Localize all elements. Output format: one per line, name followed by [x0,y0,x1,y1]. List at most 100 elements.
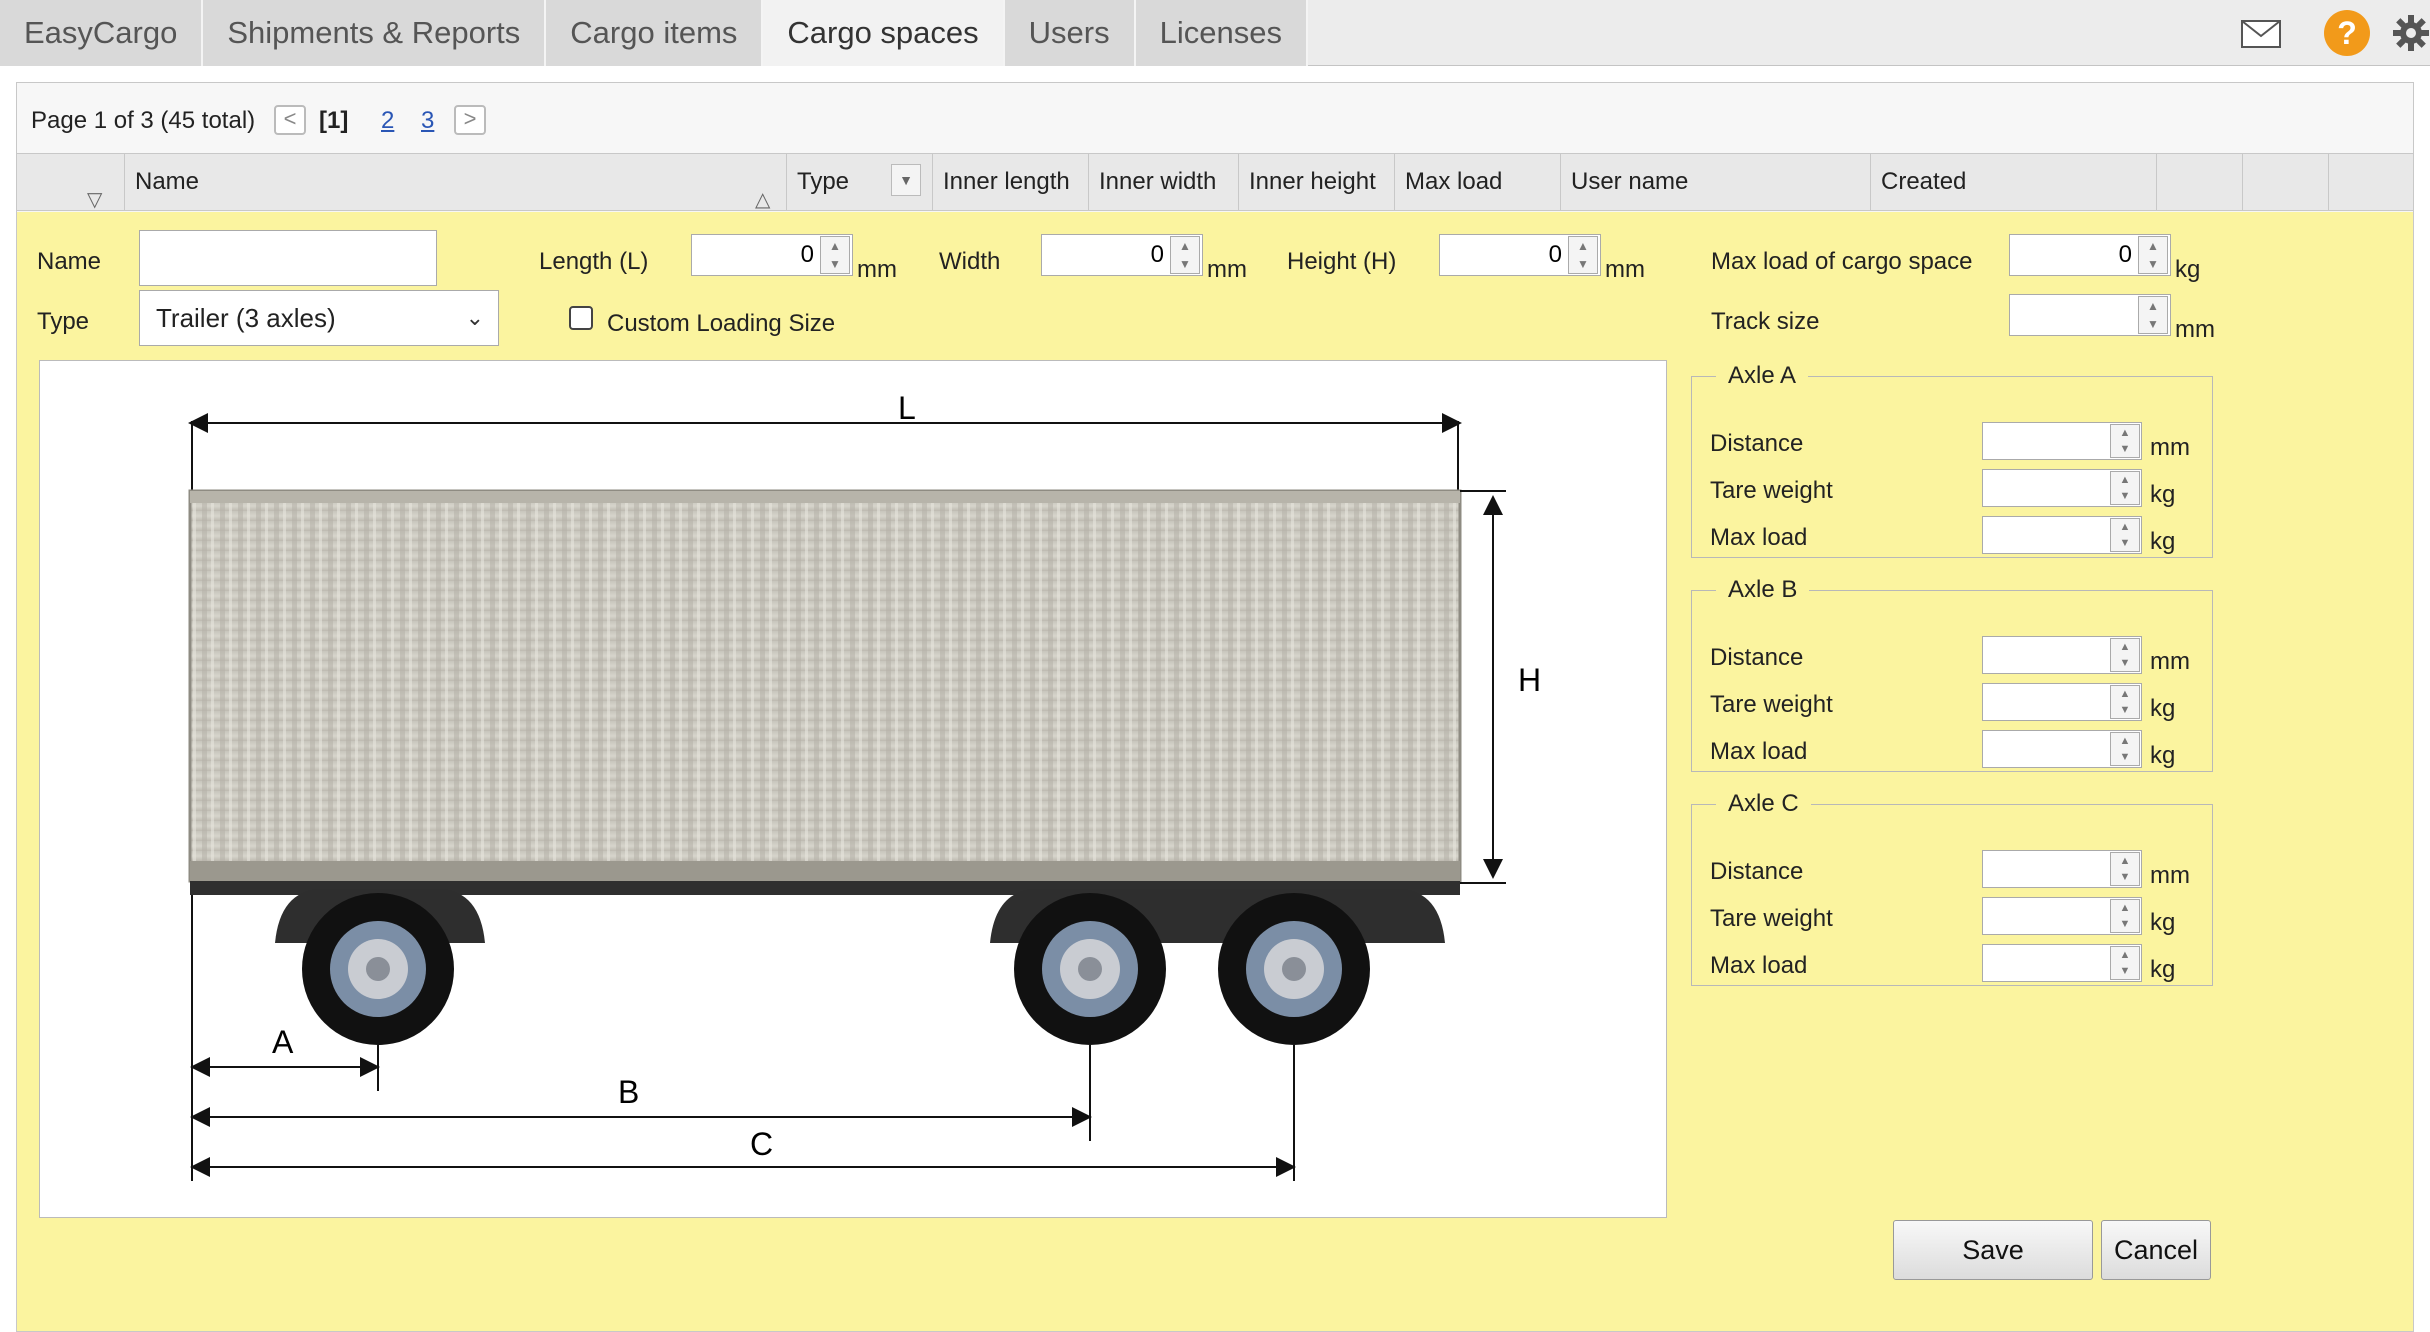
axle-a-tare-label: Tare weight [1710,477,1833,504]
max-load-stepper[interactable]: ▲ ▼ [2138,236,2168,274]
max-load-label: Max load of cargo space [1711,248,1973,275]
tab-cargo-spaces[interactable]: Cargo spaces [763,0,1005,66]
axle-c-distance-stepper[interactable]: ▲ ▼ [2110,852,2140,886]
next-page-button[interactable]: > [454,105,486,135]
axle-a-distance-stepper[interactable]: ▲ ▼ [2110,424,2140,458]
column-max-load[interactable]: Max load [1395,154,1561,210]
type-select-value: Trailer (3 axles) [156,303,336,333]
track-size-label: Track size [1711,308,1820,335]
diagram-label-h: H [1518,662,1541,698]
column-inner-width[interactable]: Inner width [1089,154,1239,210]
table-header: ▽ Name △ Type ▼ Inner length Inner width… [17,153,2413,211]
tab-licenses[interactable]: Licenses [1135,0,1308,66]
column-type[interactable]: Type ▼ [787,154,933,210]
axle-b-maxload-row: Max load ▲ ▼ kg [1710,730,2200,774]
gear-icon[interactable] [2392,14,2430,52]
main-tabs: EasyCargo Shipments & Reports Cargo item… [0,0,1308,66]
axle-a-title: Axle A [1728,362,1797,389]
tab-users[interactable]: Users [1004,0,1136,66]
length-stepper[interactable]: ▲ ▼ [820,236,850,274]
type-select[interactable]: Trailer (3 axles) ⌄ [139,290,499,346]
axle-c-maxload-row: Max load ▲ ▼ kg [1710,944,2200,988]
tab-shipments-reports[interactable]: Shipments & Reports [203,0,547,66]
length-unit: mm [857,256,897,283]
axle-c-tare-unit: kg [2150,909,2176,936]
axle-b-distance-stepper[interactable]: ▲ ▼ [2110,638,2140,672]
axle-c-maxload-label: Max load [1710,952,1808,979]
axle-b-maxload-unit: kg [2150,742,2176,769]
name-label: Name [37,248,102,275]
axle-a-maxload-unit: kg [2150,528,2176,555]
cargo-space-edit-form: Name Length (L) ▲▼ mm Width ▲▼ mm Height… [17,212,2413,1331]
track-size-unit: mm [2175,316,2215,343]
name-input[interactable] [139,230,437,286]
axle-c-tare-label: Tare weight [1710,905,1833,932]
mail-icon[interactable] [2241,20,2281,48]
page-2-link[interactable]: 2 [381,107,394,135]
width-stepper[interactable]: ▲ ▼ [1170,236,1200,274]
type-filter-dropdown-icon[interactable]: ▼ [891,164,921,196]
page-3-link[interactable]: 3 [421,107,434,135]
cancel-button[interactable]: Cancel [2101,1220,2211,1280]
column-inner-height[interactable]: Inner height [1239,154,1395,210]
axle-c-tare-row: Tare weight ▲ ▼ kg [1710,897,2200,941]
type-label: Type [37,308,90,335]
axle-c-maxload-unit: kg [2150,956,2176,983]
axle-a-distance-row: Distance ▲ ▼ mm [1710,422,2200,466]
axle-a-maxload-label: Max load [1710,524,1808,551]
axle-c-distance-row: Distance ▲ ▼ mm [1710,850,2200,894]
axle-a-maxload-stepper[interactable]: ▲ ▼ [2110,518,2140,552]
axle-c-maxload-stepper[interactable]: ▲ ▼ [2110,946,2140,980]
column-name-label: Name [135,168,200,195]
axle-a-distance-unit: mm [2150,434,2190,461]
column-created[interactable]: Created [1871,154,2157,210]
custom-loading-size-checkbox[interactable] [569,306,593,330]
axle-a-tare-stepper[interactable]: ▲ ▼ [2110,471,2140,505]
help-icon[interactable]: ? [2324,10,2370,56]
column-user-name[interactable]: User name [1561,154,1871,210]
pager-info: Page 1 of 3 (45 total) [31,107,256,134]
axle-a-maxload-row: Max load ▲ ▼ kg [1710,516,2200,560]
diagram-label-c: C [750,1126,773,1162]
axle-c-group: Axle C Distance ▲ ▼ mm Tare weight ▲ ▼ kg … [1691,790,2213,986]
page-1-current: [1] [319,107,349,134]
save-button[interactable]: Save [1893,1220,2093,1280]
custom-loading-size-label[interactable]: Custom Loading Size [607,310,835,338]
axle-b-group: Axle B Distance ▲ ▼ mm Tare weight ▲ ▼ kg … [1691,576,2213,772]
column-name[interactable]: Name △ [125,154,787,211]
axle-a-tare-unit: kg [2150,481,2176,508]
column-action-3 [2329,154,2415,210]
axle-b-tare-label: Tare weight [1710,691,1833,718]
axle-b-maxload-stepper[interactable]: ▲ ▼ [2110,732,2140,766]
wheel-c [1218,893,1370,1045]
axle-c-tare-stepper[interactable]: ▲ ▼ [2110,899,2140,933]
tab-cargo-items[interactable]: Cargo items [546,0,764,66]
axle-b-tare-unit: kg [2150,695,2176,722]
axle-b-distance-label: Distance [1710,644,1804,671]
axle-b-tare-stepper[interactable]: ▲ ▼ [2110,685,2140,719]
axle-c-distance-unit: mm [2150,862,2190,889]
axle-a-distance-label: Distance [1710,430,1804,457]
column-inner-length[interactable]: Inner length [933,154,1089,210]
height-label: Height (H) [1287,248,1397,275]
diagram-label-b: B [618,1074,639,1110]
column-action-1 [2157,154,2243,210]
top-navigation-bar: EasyCargo Shipments & Reports Cargo item… [0,0,2430,66]
track-size-stepper[interactable]: ▲ ▼ [2138,296,2168,334]
axle-b-distance-row: Distance ▲ ▼ mm [1710,636,2200,680]
filter-column[interactable]: ▽ [17,154,125,211]
column-type-label: Type [797,168,850,195]
height-stepper[interactable]: ▲ ▼ [1568,236,1598,274]
tab-easycargo[interactable]: EasyCargo [0,0,204,66]
prev-page-button[interactable]: < [274,105,306,135]
pager: Page 1 of 3 (45 total) < [1] 2 3 > [17,83,2413,153]
wheel-a [302,893,454,1045]
diagram-label-l: L [898,390,916,426]
trailer-diagram: L H A B C [39,360,1667,1218]
trailer-illustration: L H A B C [188,390,1541,1181]
axle-b-title: Axle B [1728,576,1798,603]
axle-a-group: Axle A Distance ▲ ▼ mm Tare weight ▲ ▼ kg … [1691,362,2213,558]
width-unit: mm [1207,256,1247,283]
axle-c-distance-label: Distance [1710,858,1804,885]
axle-b-tare-row: Tare weight ▲ ▼ kg [1710,683,2200,727]
